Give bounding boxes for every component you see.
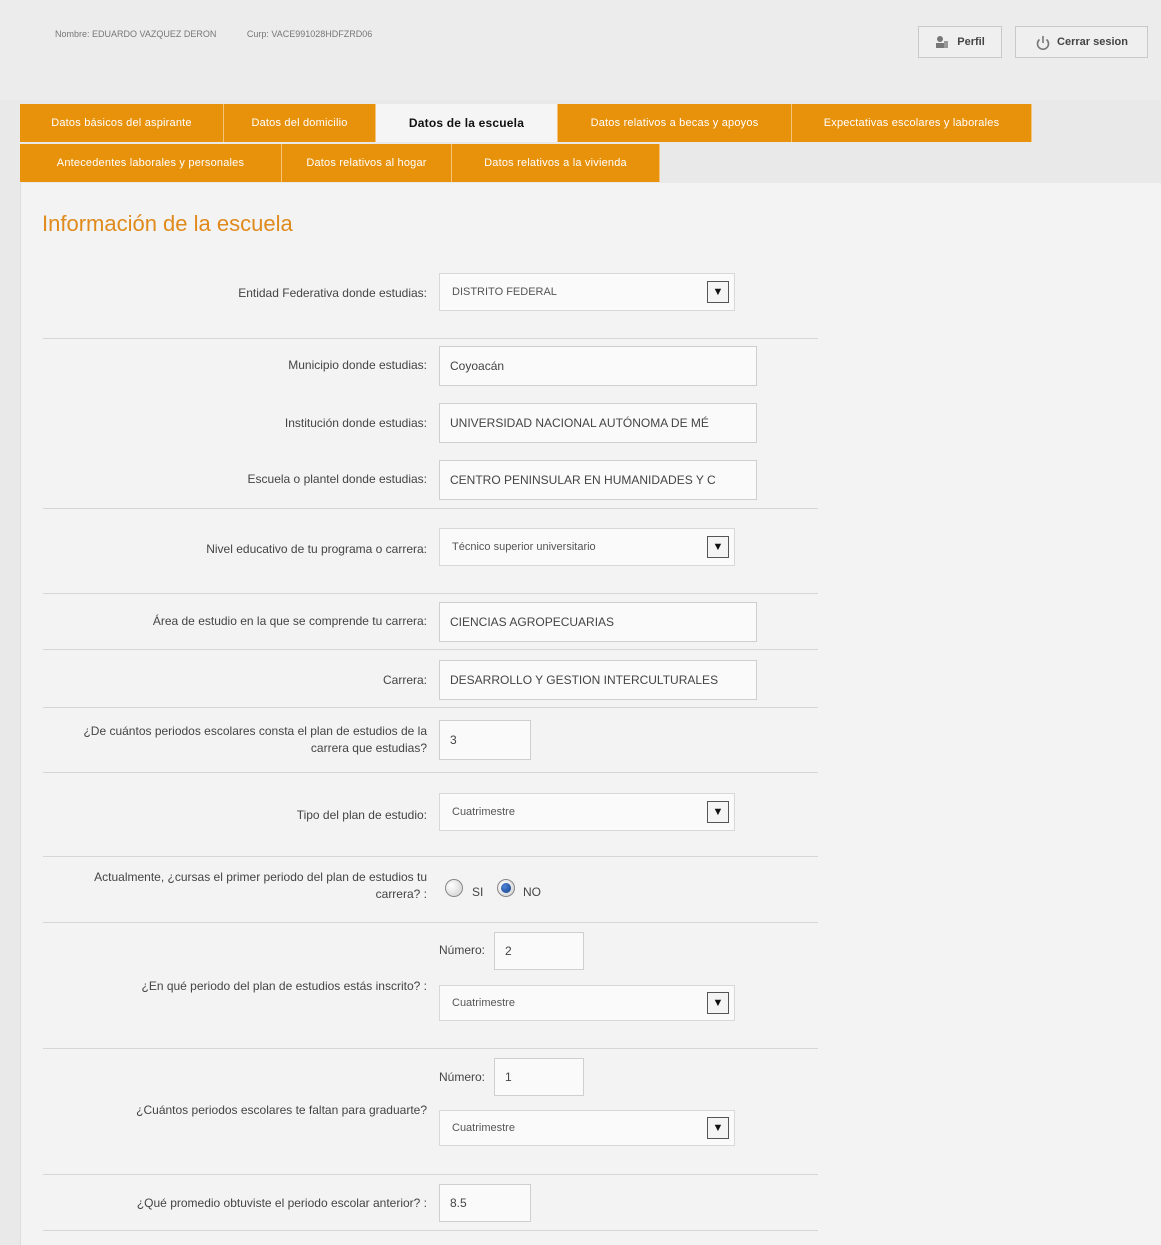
- faltan-numero-label: Número:: [439, 1070, 486, 1084]
- divider: [43, 922, 818, 923]
- top-bar: Nombre: EDUARDO VAZQUEZ DERON Curp: VACE…: [0, 0, 1161, 100]
- periodos-label-line2: carrera que estudias?: [310, 741, 427, 755]
- logout-button[interactable]: Cerrar sesion: [1015, 26, 1148, 58]
- faltan-tipo-value: Cuatrimestre: [452, 1122, 515, 1134]
- chevron-down-icon[interactable]: ▼: [707, 992, 729, 1014]
- faltan-label: ¿Cuántos periodos escolares te faltan pa…: [136, 1103, 427, 1117]
- institucion-field[interactable]: UNIVERSIDAD NACIONAL AUTÓNOMA DE MÉ: [439, 403, 757, 443]
- entidad-label: Entidad Federativa donde estudias:: [238, 286, 427, 300]
- divider: [43, 1174, 818, 1175]
- divider: [43, 772, 818, 773]
- carrera-label: Carrera:: [382, 673, 427, 687]
- entidad-select[interactable]: DISTRITO FEDERAL ▼: [439, 273, 735, 311]
- divider: [43, 1048, 818, 1049]
- tab-expectativas[interactable]: Expectativas escolares y laborales: [792, 104, 1032, 142]
- municipio-field[interactable]: Coyoacán: [439, 346, 757, 386]
- promedio-field[interactable]: 8.5: [439, 1184, 531, 1222]
- divider: [43, 1230, 818, 1231]
- perfil-button[interactable]: Perfil: [918, 26, 1002, 58]
- tab-hogar[interactable]: Datos relativos al hogar: [282, 144, 452, 182]
- chevron-down-icon[interactable]: ▼: [707, 801, 729, 823]
- primer-label-line1: Actualmente, ¿cursas el primer periodo d…: [94, 870, 427, 884]
- entidad-value: DISTRITO FEDERAL: [452, 286, 557, 298]
- divider: [43, 707, 818, 708]
- content-panel: Información de la escuela Entidad Federa…: [20, 183, 1161, 1245]
- divider: [43, 338, 818, 339]
- user-name: Nombre: EDUARDO VAZQUEZ DERON: [55, 29, 217, 39]
- primer-periodo-label: Actualmente, ¿cursas el primer periodo d…: [43, 869, 427, 903]
- tab-becas[interactable]: Datos relativos a becas y apoyos: [558, 104, 792, 142]
- divider: [43, 649, 818, 650]
- tipo-value: Cuatrimestre: [452, 806, 515, 818]
- escuela-label: Escuela o plantel donde estudias:: [247, 472, 427, 486]
- chevron-down-icon[interactable]: ▼: [707, 536, 729, 558]
- divider: [43, 508, 818, 509]
- nivel-label: Nivel educativo de tu programa o carrera…: [206, 542, 427, 556]
- carrera-field[interactable]: DESARROLLO Y GESTION INTERCULTURALES: [439, 660, 757, 700]
- chevron-down-icon[interactable]: ▼: [707, 281, 729, 303]
- periodos-label: ¿De cuántos periodos escolares consta el…: [43, 723, 427, 757]
- logout-label: Cerrar sesion: [1057, 36, 1128, 48]
- divider: [43, 856, 818, 857]
- institucion-label: Institución donde estudias:: [284, 416, 427, 430]
- escuela-field[interactable]: CENTRO PENINSULAR EN HUMANIDADES Y C: [439, 460, 757, 500]
- radio-no[interactable]: [497, 879, 515, 897]
- area-field[interactable]: CIENCIAS AGROPECUARIAS: [439, 602, 757, 642]
- inscrito-tipo-select[interactable]: Cuatrimestre ▼: [439, 985, 735, 1021]
- inscrito-tipo-value: Cuatrimestre: [452, 997, 515, 1009]
- chevron-down-icon[interactable]: ▼: [707, 1117, 729, 1139]
- primer-label-line2: carrera? :: [375, 887, 427, 901]
- periodos-field[interactable]: 3: [439, 720, 531, 760]
- periodos-label-line1: ¿De cuántos periodos escolares consta el…: [83, 724, 427, 738]
- user-curp: Curp: VACE991028HDFZRD06: [246, 29, 373, 39]
- tab-domicilio[interactable]: Datos del domicilio: [224, 104, 376, 142]
- inscrito-numero-field[interactable]: 2: [494, 932, 584, 970]
- promedio-label: ¿Qué promedio obtuviste el periodo escol…: [136, 1196, 427, 1210]
- radio-no-label: NO: [523, 885, 541, 899]
- divider: [43, 593, 818, 594]
- tab-vivienda[interactable]: Datos relativos a la vivienda: [452, 144, 660, 182]
- tipo-select[interactable]: Cuatrimestre ▼: [439, 793, 735, 831]
- tab-datos-basicos[interactable]: Datos básicos del aspirante: [20, 104, 224, 142]
- faltan-tipo-select[interactable]: Cuatrimestre ▼: [439, 1110, 735, 1146]
- faltan-numero-field[interactable]: 1: [494, 1058, 584, 1096]
- inscrito-label: ¿En qué periodo del plan de estudios est…: [141, 979, 427, 993]
- inscrito-numero-label: Número:: [439, 943, 486, 957]
- radio-si[interactable]: [445, 879, 463, 897]
- power-icon: [1035, 35, 1050, 51]
- user-info: Nombre: EDUARDO VAZQUEZ DERON Curp: VACE…: [55, 29, 400, 39]
- nivel-value: Técnico superior universitario: [452, 541, 596, 553]
- tipo-label: Tipo del plan de estudio:: [296, 808, 427, 822]
- section-title: Información de la escuela: [42, 211, 293, 236]
- municipio-label: Municipio donde estudias:: [288, 358, 427, 372]
- nivel-select[interactable]: Técnico superior universitario ▼: [439, 528, 735, 566]
- tab-escuela[interactable]: Datos de la escuela: [376, 104, 558, 142]
- radio-si-label: SI: [472, 885, 484, 899]
- perfil-label: Perfil: [957, 36, 985, 48]
- area-label: Área de estudio en la que se comprende t…: [152, 614, 427, 628]
- perfil-icon: [935, 35, 949, 49]
- tab-antecedentes[interactable]: Antecedentes laborales y personales: [20, 144, 282, 182]
